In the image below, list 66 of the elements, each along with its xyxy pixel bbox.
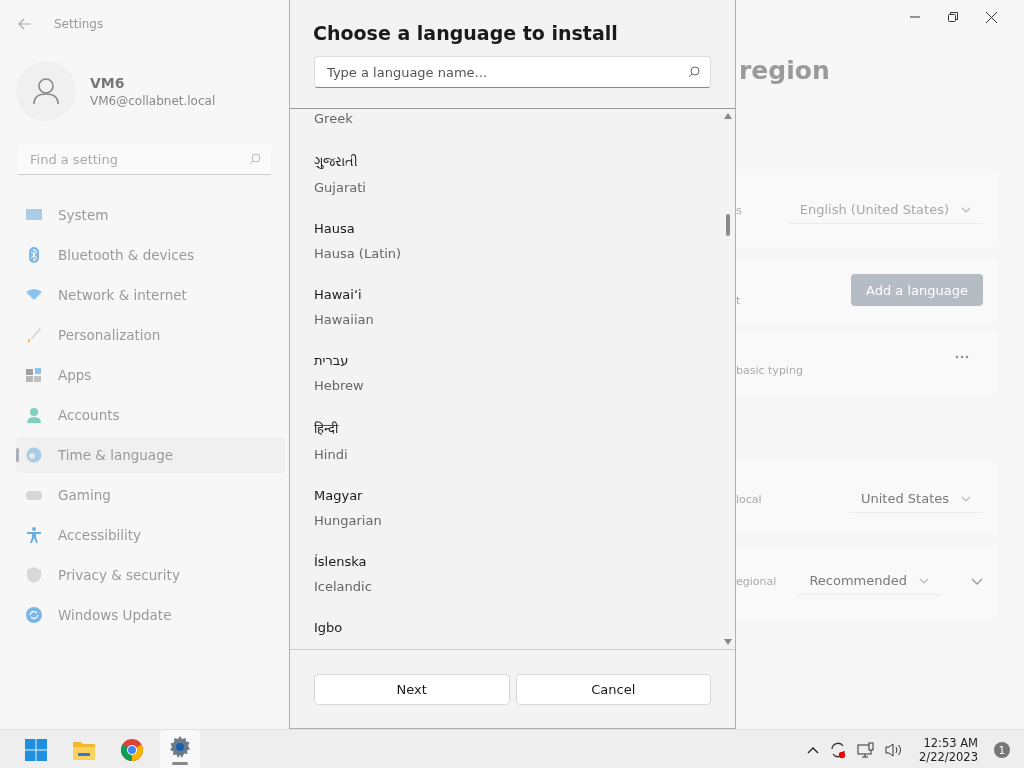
language-item[interactable]: हिन्दी Hindi bbox=[314, 407, 697, 476]
window-title: Settings bbox=[54, 17, 104, 31]
more-icon[interactable] bbox=[955, 355, 969, 359]
wifi-icon bbox=[26, 287, 42, 303]
setting-label: t bbox=[736, 292, 741, 307]
nav-item[interactable]: Privacy & security bbox=[16, 557, 285, 593]
person-icon bbox=[26, 407, 42, 423]
language-item[interactable]: ગુજરાતી Gujarati bbox=[314, 142, 697, 209]
bluetooth-icon bbox=[26, 247, 42, 263]
nav-item[interactable]: System bbox=[16, 197, 285, 233]
globe-icon bbox=[26, 447, 42, 463]
next-button[interactable]: Next bbox=[314, 673, 510, 705]
sync-icon[interactable] bbox=[829, 741, 848, 759]
setting-label: s bbox=[736, 203, 742, 217]
language-item[interactable]: Igbo bbox=[314, 608, 697, 649]
update-icon bbox=[26, 607, 42, 623]
dialog-title: Choose a language to install bbox=[312, 21, 619, 46]
nav-item[interactable]: Time & language bbox=[16, 437, 285, 473]
scroll-up-icon[interactable] bbox=[724, 113, 732, 119]
clock[interactable]: 12:53 AM 2/22/2023 bbox=[919, 736, 978, 764]
language-item[interactable]: Íslenska Icelandic bbox=[314, 542, 697, 608]
gear-icon[interactable] bbox=[168, 735, 192, 759]
expand-icon[interactable] bbox=[971, 576, 983, 586]
nav-item[interactable]: Windows Update bbox=[16, 597, 285, 633]
nav-item[interactable]: Gaming bbox=[16, 477, 285, 513]
nav-item[interactable]: Network & internet bbox=[16, 277, 285, 313]
restore-icon[interactable] bbox=[948, 12, 958, 22]
nav-item[interactable]: Accounts bbox=[16, 397, 285, 433]
language-item[interactable]: Magyar Hungarian bbox=[314, 476, 697, 542]
accessibility-icon bbox=[26, 527, 42, 543]
close-icon[interactable] bbox=[986, 11, 997, 23]
dropdown[interactable]: United States bbox=[848, 485, 983, 513]
scroll-down-icon[interactable] bbox=[724, 639, 732, 645]
cancel-button[interactable]: Cancel bbox=[515, 673, 711, 705]
search-field[interactable]: Find a setting bbox=[28, 150, 249, 168]
language-search-field[interactable]: Type a language name... bbox=[325, 63, 688, 81]
nav-item[interactable]: Personalization bbox=[16, 317, 285, 353]
network-icon[interactable] bbox=[857, 742, 876, 758]
language-item[interactable]: Hawaiʻi Hawaiian bbox=[314, 275, 697, 341]
monitor-icon bbox=[26, 207, 42, 223]
account-email: VM6@collabnet.local bbox=[90, 93, 216, 108]
search-icon bbox=[249, 153, 261, 165]
person-icon bbox=[32, 77, 60, 105]
volume-icon[interactable] bbox=[885, 742, 904, 758]
apps-icon bbox=[26, 367, 42, 383]
shield-icon bbox=[26, 567, 42, 583]
scrollbar-thumb[interactable] bbox=[726, 213, 730, 236]
start-icon[interactable] bbox=[24, 738, 48, 762]
setting-label: basic typing bbox=[736, 362, 803, 377]
nav-item[interactable]: Bluetooth & devices bbox=[16, 237, 285, 273]
dropdown[interactable]: Recommended bbox=[797, 567, 941, 595]
search-icon bbox=[688, 66, 700, 78]
chevron-up-icon[interactable] bbox=[807, 746, 820, 754]
page-heading: region bbox=[738, 55, 831, 87]
back-icon[interactable] bbox=[18, 18, 32, 30]
account-name: VM6 bbox=[90, 74, 126, 91]
setting-label: local bbox=[736, 492, 762, 506]
notification-badge[interactable]: 1 bbox=[994, 742, 1010, 758]
language-item[interactable]: Hausa Hausa (Latin) bbox=[314, 209, 697, 275]
brush-icon bbox=[26, 327, 42, 343]
browser-icon[interactable] bbox=[120, 738, 144, 762]
nav-item[interactable]: Accessibility bbox=[16, 517, 285, 553]
nav-item[interactable]: Apps bbox=[16, 357, 285, 393]
setting-label: egional bbox=[736, 574, 777, 588]
search-box[interactable]: Type a language name... bbox=[314, 56, 711, 88]
language-item[interactable]: Greek bbox=[314, 109, 697, 142]
